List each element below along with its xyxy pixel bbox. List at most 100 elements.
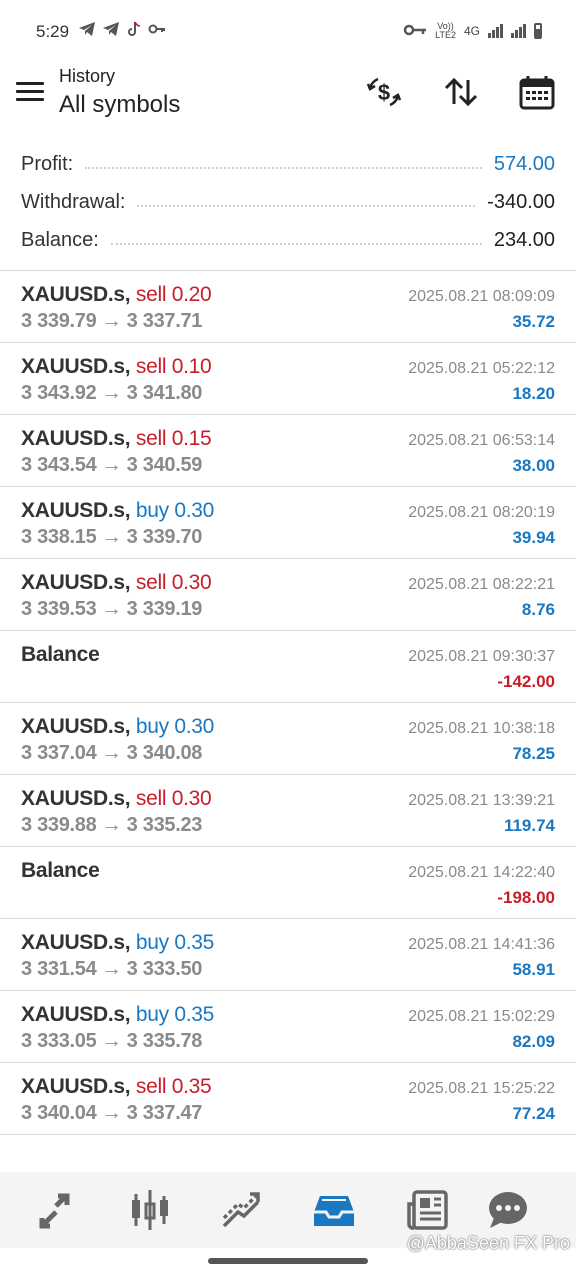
deposit-withdraw-button[interactable]: $ (364, 72, 404, 112)
trade-profit: -142.00 (497, 672, 555, 691)
symbol-name: Balance (21, 643, 100, 666)
row-symbol-line: XAUUSD.s, buy 0.30 (21, 499, 214, 523)
balance-row: Balance: 234.00 (0, 221, 576, 259)
network-type: 4G (463, 24, 480, 38)
row-symbol-line: XAUUSD.s, sell 0.30 (21, 571, 212, 595)
telegram-icon (102, 21, 120, 41)
trade-profit: 82.09 (512, 1032, 555, 1051)
signal-strength-icon (488, 24, 503, 38)
symbol-name: XAUUSD.s, (21, 1003, 131, 1026)
nav-messages[interactable] (486, 1188, 530, 1232)
trade-direction-volume: sell 0.10 (135, 355, 212, 378)
row-symbol-line: XAUUSD.s, sell 0.30 (21, 787, 212, 811)
chat-bubble-icon (489, 1192, 527, 1228)
trade-row[interactable]: XAUUSD.s, sell 0.35 3 340.04 → 3 337.47 20… (0, 1063, 576, 1135)
trade-time: 2025.08.21 05:22:12 (408, 360, 555, 377)
trade-time: 2025.08.21 15:25:22 (408, 1080, 555, 1097)
trade-direction-volume: buy 0.35 (135, 1003, 215, 1026)
trade-history-list: XAUUSD.s, sell 0.20 3 339.79 → 3 337.71 20… (0, 271, 576, 1135)
trade-row[interactable]: XAUUSD.s, buy 0.30 3 337.04 → 3 340.08 202… (0, 703, 576, 775)
open-close-prices: 3 331.54 → 3 333.50 (21, 958, 203, 980)
trade-row[interactable]: XAUUSD.s, sell 0.20 3 339.79 → 3 337.71 20… (0, 271, 576, 343)
svg-text:$: $ (378, 80, 390, 105)
nav-quotes[interactable] (36, 1188, 80, 1232)
trade-profit: 78.25 (512, 744, 555, 763)
symbol-name: XAUUSD.s, (21, 787, 131, 810)
symbol-name: XAUUSD.s, (21, 715, 131, 738)
open-close-prices: 3 338.15 → 3 339.70 (21, 526, 203, 548)
profit-row: Profit: 574.00 (0, 145, 576, 183)
signal-strength-icon (511, 24, 526, 38)
row-symbol-line: Balance (21, 643, 100, 667)
telegram-icon (78, 21, 96, 41)
candlestick-chart-icon (132, 1190, 168, 1230)
newspaper-icon (407, 1190, 448, 1230)
nav-chart[interactable] (128, 1188, 172, 1232)
withdrawal-label: Withdrawal: (21, 190, 126, 213)
trade-profit: 58.91 (512, 960, 555, 979)
watermark: @AbbaSeen FX Pro (406, 1233, 570, 1253)
home-indicator[interactable] (208, 1258, 368, 1264)
tiktok-icon (126, 21, 142, 41)
symbol-name: XAUUSD.s, (21, 427, 131, 450)
trade-row[interactable]: XAUUSD.s, sell 0.15 3 343.54 → 3 340.59 20… (0, 415, 576, 487)
trade-profit: 8.76 (521, 600, 555, 619)
trade-profit: 119.74 (503, 816, 555, 835)
nav-trade[interactable] (220, 1188, 264, 1232)
balance-operation-row[interactable]: Balance 2025.08.21 09:30:37 -142.00 (0, 631, 576, 703)
open-close-prices: 3 340.04 → 3 337.47 (21, 1102, 203, 1124)
open-close-prices: 3 339.88 → 3 335.23 (21, 814, 203, 836)
trade-direction-volume: buy 0.35 (135, 931, 215, 954)
trade-row[interactable]: XAUUSD.s, sell 0.10 3 343.92 → 3 341.80 20… (0, 343, 576, 415)
balance-label: Balance: (21, 228, 99, 251)
symbol-name: XAUUSD.s, (21, 283, 131, 306)
profit-label: Profit: (21, 152, 74, 175)
trade-row[interactable]: XAUUSD.s, buy 0.35 3 331.54 → 3 333.50 202… (0, 919, 576, 991)
summary-panel: Profit: 574.00 Withdrawal: -340.00 Balan… (0, 145, 576, 259)
row-symbol-line: XAUUSD.s, sell 0.10 (21, 355, 212, 379)
open-close-prices: 3 339.79 → 3 337.71 (21, 310, 203, 332)
open-close-prices: 3 343.54 → 3 340.59 (21, 454, 203, 476)
page-title[interactable]: All symbols (59, 91, 180, 119)
calendar-icon (519, 76, 555, 110)
trade-time: 2025.08.21 14:22:40 (408, 864, 555, 881)
dollar-exchange-icon: $ (366, 77, 402, 107)
trade-time: 2025.08.21 08:20:19 (408, 504, 555, 521)
sort-arrows-icon (444, 77, 478, 107)
dotted-leader (137, 205, 476, 207)
menu-icon[interactable] (16, 80, 44, 102)
trade-profit: 38.00 (512, 456, 555, 475)
open-close-prices: 3 343.92 → 3 341.80 (21, 382, 203, 404)
trade-row[interactable]: XAUUSD.s, buy 0.30 3 338.15 → 3 339.70 202… (0, 487, 576, 559)
nav-history[interactable] (312, 1188, 356, 1232)
trade-time: 2025.08.21 06:53:14 (408, 432, 555, 449)
balance-operation-row[interactable]: Balance 2025.08.21 14:22:40 -198.00 (0, 847, 576, 919)
key-icon (148, 21, 166, 41)
date-filter-button[interactable] (517, 72, 557, 112)
symbol-name: XAUUSD.s, (21, 931, 131, 954)
volte-label: Vo)) LTE2 (435, 21, 456, 40)
balance-value: 234.00 (493, 228, 555, 251)
trade-row[interactable]: XAUUSD.s, buy 0.35 3 333.05 → 3 335.78 202… (0, 991, 576, 1063)
inbox-history-icon (314, 1196, 354, 1226)
app-bar: History All symbols $ (0, 62, 576, 142)
symbol-name: XAUUSD.s, (21, 1075, 131, 1098)
trade-row[interactable]: XAUUSD.s, sell 0.30 3 339.53 → 3 339.19 20… (0, 559, 576, 631)
trade-direction-volume: sell 0.30 (135, 571, 212, 594)
trade-time: 2025.08.21 09:30:37 (408, 648, 555, 665)
open-close-prices: 3 337.04 → 3 340.08 (21, 742, 203, 764)
trade-direction-volume: sell 0.15 (135, 427, 212, 450)
page-subtitle: History (59, 66, 116, 86)
row-symbol-line: XAUUSD.s, sell 0.15 (21, 427, 212, 451)
nav-news[interactable] (406, 1188, 450, 1232)
symbol-name: XAUUSD.s, (21, 571, 131, 594)
trade-time: 2025.08.21 15:02:29 (408, 1008, 555, 1025)
trade-direction-volume: sell 0.20 (135, 283, 212, 306)
symbol-name: Balance (21, 859, 100, 882)
trade-time: 2025.08.21 10:38:18 (408, 720, 555, 737)
withdrawal-value: -340.00 (487, 190, 555, 213)
sort-button[interactable] (441, 72, 481, 112)
quotes-arrows-icon (39, 1193, 70, 1229)
open-close-prices: 3 333.05 → 3 335.78 (21, 1030, 203, 1052)
trade-row[interactable]: XAUUSD.s, sell 0.30 3 339.88 → 3 335.23 20… (0, 775, 576, 847)
